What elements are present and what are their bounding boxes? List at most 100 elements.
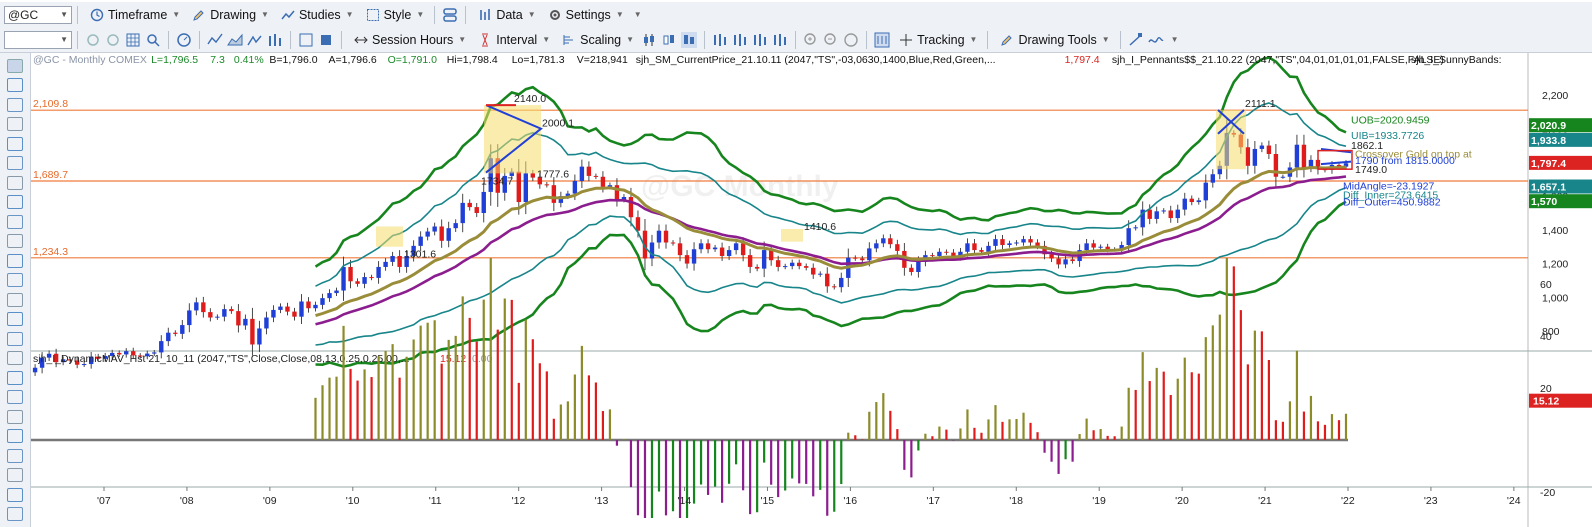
candle-body — [1014, 242, 1019, 244]
bars-study-icon[interactable] — [267, 32, 283, 48]
toolbar-separator — [290, 30, 291, 49]
toolbar-separator — [704, 30, 706, 49]
candle-body — [544, 184, 550, 186]
vertical-line-icon[interactable] — [7, 175, 23, 190]
toolbar-separator — [987, 30, 989, 49]
candle-body — [271, 309, 276, 318]
drawing-tools-menu[interactable]: Drawing Tools ▼ — [995, 30, 1114, 50]
fibonacci-icon[interactable] — [7, 214, 23, 229]
wrench-icon[interactable] — [7, 97, 23, 112]
hollow-candle-icon[interactable] — [661, 32, 677, 48]
channel-icon[interactable] — [7, 195, 23, 209]
pen-icon — [1001, 34, 1013, 46]
header-low: Lo=1,781.3 — [512, 54, 565, 66]
tracking-menu[interactable]: Tracking ▼ — [894, 30, 982, 50]
gann-icon[interactable] — [7, 234, 23, 248]
candle-body — [691, 249, 697, 264]
area-study-icon[interactable] — [227, 32, 243, 48]
scaling-menu[interactable]: Scaling ▼ — [557, 30, 639, 50]
bars-icon[interactable] — [7, 273, 23, 287]
pattern-icon[interactable] — [7, 331, 23, 346]
pencil-icon[interactable] — [7, 117, 23, 131]
studies-menu[interactable]: Studies ▼ — [276, 5, 359, 25]
bar-chart-icon[interactable] — [712, 32, 728, 48]
annotation-from: 1790 from 1815.0000 — [1355, 155, 1455, 167]
cycle-icon[interactable] — [7, 253, 23, 268]
eraser-icon[interactable] — [7, 487, 23, 502]
candle-selected-icon[interactable] — [681, 31, 698, 48]
toolbar-separator — [168, 30, 169, 49]
pencil-icon — [193, 9, 204, 21]
scroll-icon[interactable] — [843, 32, 859, 48]
session-hours-menu[interactable]: Session Hours ▼ — [349, 30, 471, 50]
annotation: 2000.1 — [542, 118, 574, 130]
properties-icon[interactable] — [298, 32, 314, 48]
horizontal-line-icon[interactable] — [7, 156, 23, 170]
zoom-in-icon[interactable] — [803, 32, 819, 48]
data-window-icon[interactable] — [874, 32, 890, 48]
drawing-menu[interactable]: Drawing ▼ — [187, 5, 274, 25]
trendline-icon[interactable] — [1128, 32, 1144, 48]
symbol-selector[interactable]: @GC ▼ — [4, 5, 72, 24]
settings-menu[interactable]: Settings ▼ — [543, 5, 629, 25]
style-menu[interactable]: Style ▼ — [361, 5, 430, 25]
candle-body — [867, 248, 872, 261]
candle-body — [1189, 198, 1194, 203]
candle-body — [1203, 182, 1208, 201]
zigzag-icon[interactable] — [7, 409, 23, 424]
refresh-icon[interactable] — [85, 32, 101, 48]
layout-icon[interactable] — [442, 7, 458, 23]
chart-selector[interactable]: ▼ — [4, 30, 72, 49]
horizontal-line-label: 2,109.8 — [33, 98, 68, 110]
indicator-icon[interactable] — [1148, 32, 1164, 48]
candle-body — [299, 301, 304, 317]
magnet-icon[interactable] — [7, 507, 23, 521]
grid-icon[interactable] — [7, 312, 23, 326]
speedometer-icon[interactable] — [176, 32, 192, 48]
candle-body — [383, 261, 388, 267]
time-axis-label: '08 — [180, 495, 194, 507]
zoom-out-icon[interactable] — [823, 32, 839, 48]
columns-icon[interactable] — [7, 292, 23, 307]
refresh-all-icon[interactable] — [105, 32, 121, 48]
candle-body — [874, 243, 879, 249]
shapes-icon[interactable] — [7, 370, 23, 385]
osc-badge-text: 15.12 — [1533, 396, 1559, 408]
pennant-box — [1216, 110, 1246, 170]
hl-bar-icon[interactable] — [772, 32, 788, 48]
format-icon[interactable] — [318, 32, 334, 48]
cursor-icon[interactable] — [7, 78, 23, 92]
header-study-currentprice: sjh_SM_CurrentPrice_21.10.11 (2047,"TS",… — [636, 54, 996, 66]
data-menu[interactable]: Data ▼ — [473, 5, 540, 25]
interval-menu[interactable]: Interval ▼ — [473, 30, 555, 50]
arc-icon[interactable] — [7, 429, 23, 443]
gear-icon — [549, 9, 560, 20]
caret-icon: ▼ — [615, 10, 624, 19]
arrow-up-icon[interactable] — [7, 468, 23, 482]
ohlc-icon[interactable] — [732, 32, 748, 48]
pitchfork-icon[interactable] — [7, 390, 23, 404]
trend-icon[interactable] — [7, 136, 23, 151]
timeframe-menu[interactable]: Timeframe ▼ — [85, 5, 185, 25]
candle-body — [292, 311, 297, 317]
fan-icon[interactable] — [7, 448, 23, 463]
line-study-icon[interactable] — [207, 32, 223, 48]
grid-icon[interactable] — [125, 32, 141, 48]
zoom-icon[interactable] — [145, 32, 161, 48]
candle-body — [187, 310, 192, 326]
candle-body — [348, 266, 353, 282]
annotation-diff-outer: Diff_Outer=450.9882 — [1343, 196, 1441, 208]
header-high: Hi=1,798.4 — [447, 54, 498, 66]
overflow-caret-icon[interactable]: ▼ — [1171, 35, 1179, 44]
chart-area[interactable]: @GC Monthly2,109.81,689.71,234.32,2002,0… — [31, 53, 1592, 527]
chart-study-icon[interactable] — [247, 32, 263, 48]
caret-icon: ▼ — [527, 10, 536, 19]
pointer-icon[interactable] — [7, 58, 23, 73]
candle-icon[interactable] — [641, 32, 657, 48]
candle-body — [397, 255, 402, 267]
overflow-caret-icon[interactable]: ▼ — [634, 10, 642, 19]
circle-icon[interactable] — [7, 351, 23, 365]
candlestick-icon[interactable] — [752, 32, 768, 48]
candle-body — [432, 226, 437, 232]
candle-body — [341, 266, 346, 291]
